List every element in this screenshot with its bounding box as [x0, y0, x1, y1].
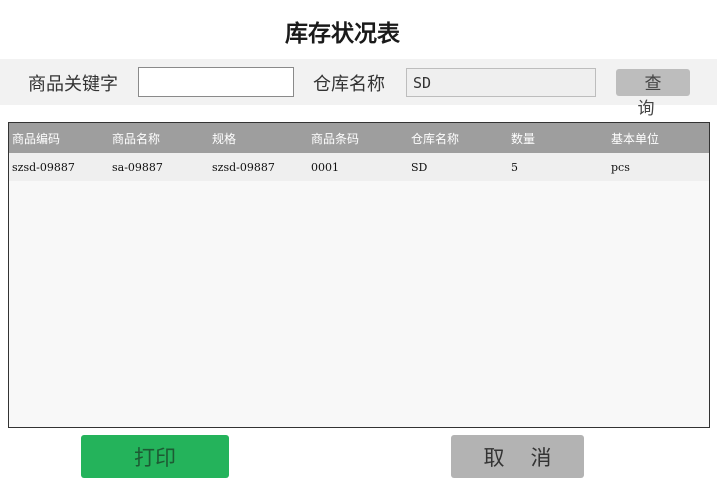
cell-product-name: sa-09887	[112, 161, 163, 174]
column-header-spec[interactable]: 规格	[212, 130, 236, 147]
table-row[interactable]: szsd-09887 sa-09887 szsd-09887 0001 SD 5…	[9, 153, 709, 181]
search-bar: 商品关键字 仓库名称 查询	[0, 59, 717, 119]
column-header-unit[interactable]: 基本单位	[611, 130, 659, 147]
warehouse-input[interactable]	[406, 68, 596, 97]
cell-barcode: 0001	[311, 161, 339, 174]
page-title: 库存状况表	[285, 20, 400, 47]
table-header: 商品编码 商品名称 规格 商品条码 仓库名称 数量 基本单位	[9, 123, 709, 153]
warehouse-label: 仓库名称	[313, 74, 385, 95]
keyword-label: 商品关键字	[28, 74, 118, 95]
inventory-table: 商品编码 商品名称 规格 商品条码 仓库名称 数量 基本单位 szsd-0988…	[8, 122, 710, 428]
cell-product-code: szsd-09887	[12, 161, 75, 174]
print-button[interactable]: 打印	[81, 435, 229, 478]
cell-spec: szsd-09887	[212, 161, 275, 174]
keyword-input[interactable]	[138, 67, 294, 97]
cell-warehouse: SD	[411, 161, 428, 174]
column-header-warehouse[interactable]: 仓库名称	[411, 130, 459, 147]
column-header-quantity[interactable]: 数量	[511, 130, 535, 147]
column-header-barcode[interactable]: 商品条码	[311, 130, 359, 147]
query-button[interactable]: 查询	[616, 69, 690, 119]
column-header-product-code[interactable]: 商品编码	[12, 130, 60, 147]
cell-quantity: 5	[511, 161, 518, 174]
cell-unit: pcs	[611, 161, 630, 174]
column-header-product-name[interactable]: 商品名称	[112, 130, 160, 147]
cancel-button[interactable]: 取消	[451, 435, 584, 478]
